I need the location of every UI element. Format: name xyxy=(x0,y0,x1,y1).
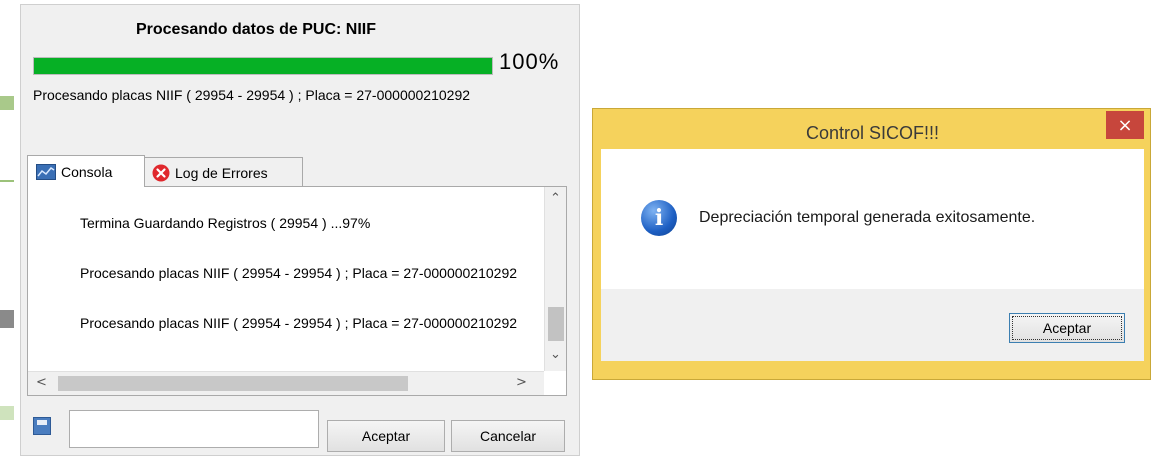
console-line: Procesando placas NIIF ( 29954 - 29954 )… xyxy=(80,265,518,281)
cancel-button[interactable]: Cancelar xyxy=(451,420,565,452)
console-line: Termina Guardando Registros ( 29954 ) ..… xyxy=(80,215,371,231)
scroll-down-icon[interactable]: ⌄ xyxy=(550,347,561,362)
background-window-edge xyxy=(0,0,20,459)
progress-bar-fill xyxy=(34,58,492,74)
dialog-title: Control SICOF!!! xyxy=(805,123,940,143)
console-line: Procesando placas NIIF ( 29954 - 29954 )… xyxy=(80,315,518,331)
tab-log-errores-label: Log de Errores xyxy=(175,164,268,181)
scroll-up-icon[interactable]: ⌃ xyxy=(550,191,561,206)
vertical-scroll-thumb[interactable] xyxy=(548,307,564,341)
processing-window: Procesando datos de PUC: NIIF 100% Proce… xyxy=(20,4,580,456)
status-text: Procesando placas NIIF ( 29954 - 29954 )… xyxy=(33,87,471,103)
background-mark xyxy=(0,406,14,420)
tab-log-errores[interactable]: Log de Errores xyxy=(143,157,303,187)
progress-percent-label: 100% xyxy=(499,49,560,74)
console-panel: Termina Guardando Registros ( 29954 ) ..… xyxy=(27,186,567,396)
horizontal-scrollbar[interactable]: < > xyxy=(28,371,544,395)
scroll-left-icon[interactable]: < xyxy=(36,375,47,390)
dialog-footer: Aceptar xyxy=(601,289,1144,361)
error-icon xyxy=(152,164,170,181)
console-icon xyxy=(36,163,56,180)
progress-bar xyxy=(33,57,493,75)
console-output: Termina Guardando Registros ( 29954 ) ..… xyxy=(28,187,538,371)
accept-button[interactable]: Aceptar xyxy=(327,420,445,452)
background-mark xyxy=(0,96,14,110)
message-dialog: Control SICOF!!! × i Depreciación tempor… xyxy=(592,108,1151,380)
vertical-scrollbar[interactable]: ⌃ ⌄ xyxy=(544,187,566,371)
tab-consola[interactable]: Consola xyxy=(27,155,145,187)
dialog-body: i Depreciación temporal generada exitosa… xyxy=(601,149,1144,289)
save-icon[interactable] xyxy=(33,417,51,435)
horizontal-scroll-thumb[interactable] xyxy=(58,376,408,391)
dialog-message: Depreciación temporal generada exitosame… xyxy=(699,209,1036,226)
close-icon[interactable]: × xyxy=(1106,111,1144,139)
scroll-right-icon[interactable]: > xyxy=(516,375,527,390)
tab-consola-label: Consola xyxy=(61,163,113,180)
path-input[interactable] xyxy=(69,410,319,448)
info-icon: i xyxy=(641,200,677,236)
dialog-accept-button[interactable]: Aceptar xyxy=(1009,313,1125,343)
background-mark xyxy=(0,180,14,182)
window-title: Procesando datos de PUC: NIIF xyxy=(135,21,377,38)
background-mark xyxy=(0,310,14,328)
